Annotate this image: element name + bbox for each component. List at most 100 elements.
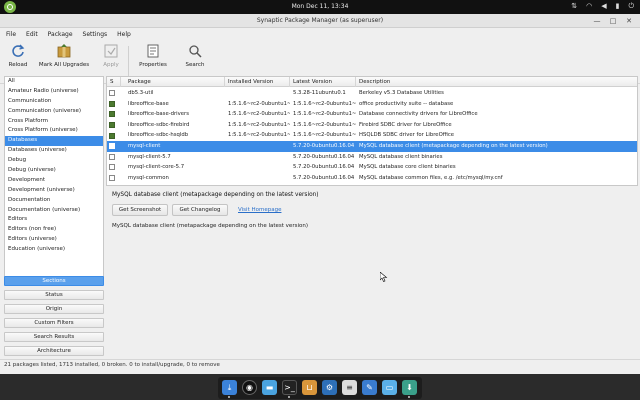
sections-filter-button[interactable]: Sections xyxy=(4,276,104,286)
cell-latest: 1:5.1.6~rc2-0ubuntu1~ xyxy=(293,111,356,118)
section-item[interactable]: Editors (non free) xyxy=(5,225,103,235)
table-row[interactable]: mysql-client-core-5.7 5.7.20-0ubuntu0.16.… xyxy=(107,162,637,173)
text-editor-icon[interactable]: ✎ xyxy=(362,380,377,395)
window-titlebar[interactable]: Synaptic Package Manager (as superuser) … xyxy=(0,14,640,28)
column-description[interactable]: Description xyxy=(356,77,637,87)
wifi-icon[interactable]: ◠ xyxy=(586,2,592,11)
table-row[interactable]: mysql-common 5.7.20-0ubuntu0.16.04 MySQL d… xyxy=(107,173,637,184)
section-item[interactable]: All xyxy=(5,77,103,87)
not-installed-status-icon[interactable] xyxy=(109,153,115,160)
apply-button[interactable]: Apply xyxy=(100,44,122,80)
table-row[interactable]: libreoffice-sdbc-firebird 1:5.1.6~rc2-0ub… xyxy=(107,120,637,131)
maximize-icon[interactable]: □ xyxy=(608,16,618,26)
package-box-icon[interactable]: ⊔ xyxy=(302,380,317,395)
section-item-databases[interactable]: Databases xyxy=(5,136,103,147)
column-package[interactable]: Package xyxy=(125,77,225,87)
cell-installed xyxy=(225,88,290,99)
steam-icon[interactable]: ◉ xyxy=(242,380,257,395)
running-indicator xyxy=(288,396,290,398)
status-bar: 21 packages listed, 1713 installed, 0 br… xyxy=(0,359,640,371)
cell-package: mysql-client xyxy=(128,143,161,149)
section-item[interactable]: Documentation xyxy=(5,196,103,206)
reload-button[interactable]: Reload xyxy=(6,44,30,80)
cell-description: MySQL database core client binaries xyxy=(359,164,456,171)
section-item[interactable]: Amateur Radio (universe) xyxy=(5,87,103,97)
section-item[interactable]: Editors (universe) xyxy=(5,235,103,245)
section-item[interactable]: Communication xyxy=(5,97,103,107)
custom-filters-button[interactable]: Custom Filters xyxy=(4,318,104,328)
table-row[interactable]: libreoffice-base 1:5.1.6~rc2-0ubuntu1~ 1:5… xyxy=(107,99,637,110)
mark-all-upgrades-button[interactable]: Mark All Upgrades xyxy=(38,44,90,80)
cell-installed xyxy=(225,141,290,152)
section-item[interactable]: Communication (universe) xyxy=(5,107,103,117)
power-icon[interactable]: ⏻ xyxy=(628,2,634,11)
installed-status-icon[interactable] xyxy=(109,132,115,139)
screen-icon[interactable]: ▭ xyxy=(382,380,397,395)
running-indicator xyxy=(408,396,410,398)
status-filter-button[interactable]: Status xyxy=(4,290,104,300)
column-installed-version[interactable]: Installed Version xyxy=(225,77,290,87)
download-icon[interactable]: ⤓ xyxy=(222,380,237,395)
search-results-button[interactable]: Search Results xyxy=(4,332,104,342)
section-item[interactable]: Debug (universe) xyxy=(5,166,103,176)
files-folder-icon[interactable]: ▬ xyxy=(262,380,277,395)
section-item[interactable]: Education (universe) xyxy=(5,245,103,255)
section-item[interactable]: Development xyxy=(5,176,103,186)
document-icon[interactable]: ≡ xyxy=(342,380,357,395)
cell-latest: 5.7.20-0ubuntu0.16.04 xyxy=(293,164,355,171)
section-item[interactable]: Development (universe) xyxy=(5,186,103,196)
properties-button[interactable]: Properties xyxy=(138,44,168,80)
clock[interactable]: Mon Dec 11, 13:34 xyxy=(270,3,370,10)
menu-settings[interactable]: Settings xyxy=(83,31,108,38)
network-icon[interactable]: ⇅ xyxy=(571,2,577,11)
get-changelog-button[interactable]: Get Changelog xyxy=(172,204,228,216)
section-item[interactable]: Debug xyxy=(5,156,103,166)
table-row[interactable]: mysql-client-5.7 5.7.20-0ubuntu0.16.04 MyS… xyxy=(107,152,637,163)
battery-icon[interactable]: ▮ xyxy=(616,2,620,11)
installed-status-icon[interactable] xyxy=(109,100,115,107)
menu-edit[interactable]: Edit xyxy=(26,31,38,38)
not-installed-status-icon[interactable] xyxy=(109,175,115,182)
minimize-icon[interactable]: — xyxy=(592,16,602,26)
search-icon xyxy=(189,45,202,58)
cell-latest: 5.7.20-0ubuntu0.16.04 xyxy=(293,143,355,149)
properties-icon xyxy=(147,44,159,58)
window-title: Synaptic Package Manager (as superuser) xyxy=(256,17,384,24)
cell-installed: 1:5.1.6~rc2-0ubuntu1~ xyxy=(228,121,290,128)
column-status[interactable]: S xyxy=(107,77,121,87)
architecture-filter-button[interactable]: Architecture xyxy=(4,346,104,356)
menu-help[interactable]: Help xyxy=(117,31,131,38)
section-item[interactable]: Editors xyxy=(5,215,103,225)
menu-file[interactable]: File xyxy=(6,31,16,38)
table-row[interactable]: libreoffice-base-drivers 1:5.1.6~rc2-0ubu… xyxy=(107,109,637,120)
table-row[interactable]: mysql-client 5.7.20-0ubuntu0.16.04 MySQL d… xyxy=(107,141,637,152)
search-button[interactable]: Search xyxy=(184,44,206,80)
installed-status-icon[interactable] xyxy=(109,111,115,118)
close-icon[interactable]: ✕ xyxy=(624,16,634,26)
installed-status-icon[interactable] xyxy=(109,122,115,129)
cell-description: HSQLDB SDBC driver for LibreOffice xyxy=(359,132,455,139)
get-screenshot-button[interactable]: Get Screenshot xyxy=(112,204,168,216)
table-row[interactable]: db5.3-util 5.3.28-11ubuntu0.1 Berkeley v5.… xyxy=(107,88,637,99)
settings-gear-icon[interactable]: ⚙ xyxy=(322,380,337,395)
section-item[interactable]: Documentation (universe) xyxy=(5,206,103,216)
section-list[interactable]: All Amateur Radio (universe) Communicati… xyxy=(4,76,104,282)
table-row[interactable]: libreoffice-sdbc-hsqldb 1:5.1.6~rc2-0ubun… xyxy=(107,130,637,141)
volume-icon[interactable]: ◀ xyxy=(601,2,606,11)
synaptic-icon[interactable]: ⬇ xyxy=(402,380,417,395)
ubuntu-logo-icon[interactable] xyxy=(4,1,16,13)
section-item[interactable]: Cross Platform xyxy=(5,117,103,127)
origin-filter-button[interactable]: Origin xyxy=(4,304,104,314)
cell-installed xyxy=(225,162,290,173)
column-latest-version[interactable]: Latest Version xyxy=(290,77,356,87)
package-table: S Package Installed Version Latest Versi… xyxy=(106,76,638,186)
visit-homepage-link[interactable]: Visit Homepage xyxy=(238,207,281,213)
section-item[interactable]: Databases (universe) xyxy=(5,146,103,156)
not-installed-status-icon[interactable] xyxy=(109,90,115,97)
not-installed-status-icon[interactable] xyxy=(109,143,115,150)
terminal-icon[interactable]: >_ xyxy=(282,380,297,395)
not-installed-status-icon[interactable] xyxy=(109,164,115,171)
section-item[interactable]: Cross Platform (universe) xyxy=(5,126,103,136)
table-header: S Package Installed Version Latest Versi… xyxy=(107,77,637,87)
menu-package[interactable]: Package xyxy=(48,31,73,38)
